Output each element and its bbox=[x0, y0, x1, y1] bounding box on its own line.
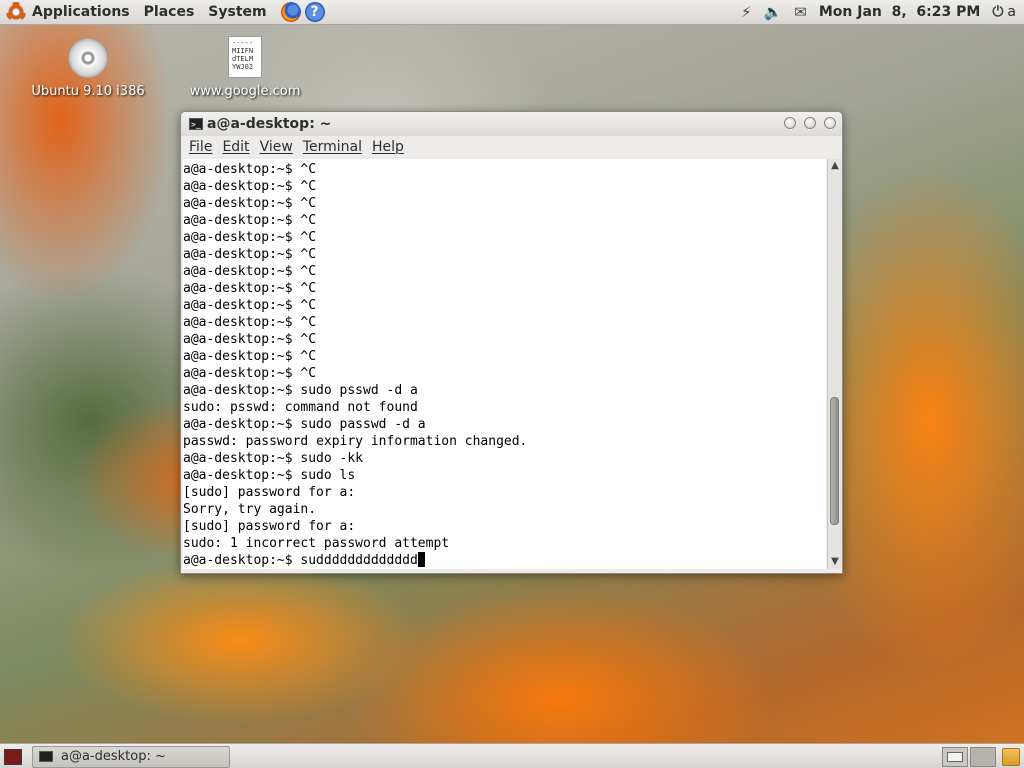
terminal-line: [sudo] password for a: bbox=[183, 485, 356, 500]
terminal-line: a@a-desktop:~$ ^C bbox=[183, 332, 317, 347]
firefox-icon[interactable] bbox=[280, 2, 301, 22]
desktop-icon-label: www.google.com bbox=[189, 84, 301, 99]
terminal-line: a@a-desktop:~$ ^C bbox=[183, 247, 317, 262]
top-panel: Applications Places System ? ⚡ 🔈 ✉ Mon J… bbox=[0, 0, 1024, 25]
scrollbar-thumb[interactable] bbox=[830, 396, 839, 525]
desktop-icon-label: Ubuntu 9.10 i386 bbox=[31, 84, 145, 99]
text-file-icon: ----- MIIFN dTELM YWJ02 bbox=[228, 36, 262, 78]
menu-edit[interactable]: Edit bbox=[222, 139, 249, 155]
terminal-line: a@a-desktop:~$ ^C bbox=[183, 349, 317, 364]
terminal-menubar: File Edit View Terminal Help bbox=[181, 136, 842, 158]
terminal-scrollbar[interactable]: ▲ ▼ bbox=[827, 159, 842, 569]
desktop-icon-google-file[interactable]: ----- MIIFN dTELM YWJ02 www.google.com bbox=[185, 36, 305, 99]
terminal-line: a@a-desktop:~$ ^C bbox=[183, 264, 317, 279]
window-title: a@a-desktop: ~ bbox=[207, 116, 332, 132]
system-menu[interactable]: System bbox=[208, 4, 266, 20]
terminal-line: passwd: password expiry information chan… bbox=[183, 434, 528, 449]
terminal-window[interactable]: >_ a@a-desktop: ~ File Edit View Termina… bbox=[180, 111, 843, 574]
workspace-1[interactable] bbox=[942, 746, 968, 767]
applications-menu[interactable]: Applications bbox=[32, 4, 130, 20]
workspace-2[interactable] bbox=[970, 746, 996, 767]
terminal-line: a@a-desktop:~$ sudo -kk bbox=[183, 451, 364, 466]
terminal-line: a@a-desktop:~$ sudo ls bbox=[183, 468, 356, 483]
terminal-line: a@a-desktop:~$ ^C bbox=[183, 366, 317, 381]
terminal-lines: a@a-desktop:~$ ^C a@a-desktop:~$ ^C a@a-de… bbox=[183, 161, 527, 569]
menu-file[interactable]: File bbox=[189, 139, 212, 155]
text-cursor bbox=[417, 552, 425, 567]
network-icon[interactable]: ⚡ bbox=[741, 3, 752, 21]
volume-icon[interactable]: 🔈 bbox=[764, 3, 783, 21]
terminal-line: a@a-desktop:~$ ^C bbox=[183, 315, 317, 330]
scroll-down-icon[interactable]: ▼ bbox=[828, 555, 842, 569]
menu-view[interactable]: View bbox=[260, 139, 293, 155]
scroll-up-icon[interactable]: ▲ bbox=[828, 159, 842, 173]
terminal-line: a@a-desktop:~$ sudo passwd -d a bbox=[183, 417, 426, 432]
terminal-line: sudo: psswd: command not found bbox=[183, 400, 418, 415]
terminal-line: sudo: 1 incorrect password attempt bbox=[183, 536, 450, 551]
terminal-line: [sudo] password for a: bbox=[183, 519, 356, 534]
show-desktop-icon[interactable] bbox=[4, 748, 22, 765]
terminal-line: a@a-desktop:~$ ^C bbox=[183, 213, 317, 228]
help-icon[interactable]: ? bbox=[304, 2, 325, 22]
terminal-line: a@a-desktop:~$ ^C bbox=[183, 230, 317, 245]
menu-help[interactable]: Help bbox=[372, 139, 404, 155]
desktop: Applications Places System ? ⚡ 🔈 ✉ Mon J… bbox=[0, 0, 1024, 768]
minimize-button[interactable] bbox=[784, 117, 796, 129]
terminal-line: a@a-desktop:~$ ^C bbox=[183, 179, 317, 194]
mail-icon[interactable]: ✉ bbox=[794, 3, 807, 21]
clock[interactable]: Mon Jan 8, 6:23 PM bbox=[819, 4, 980, 20]
user-menu[interactable]: a bbox=[1007, 4, 1016, 20]
terminal-output[interactable]: a@a-desktop:~$ ^C a@a-desktop:~$ ^C a@a-de… bbox=[183, 159, 826, 569]
cd-icon bbox=[68, 38, 108, 78]
trash-icon[interactable] bbox=[1002, 747, 1020, 766]
terminal-line: a@a-desktop:~$ ^C bbox=[183, 281, 317, 296]
places-menu[interactable]: Places bbox=[144, 4, 195, 20]
terminal-icon: >_ bbox=[189, 118, 203, 130]
terminal-line: a@a-desktop:~$ ^C bbox=[183, 196, 317, 211]
terminal-current-line[interactable]: a@a-desktop:~$ suddddddddddddd bbox=[183, 552, 527, 569]
terminal-line: a@a-desktop:~$ ^C bbox=[183, 162, 317, 177]
terminal-input-text: a@a-desktop:~$ suddddddddddddd bbox=[183, 553, 418, 568]
close-button[interactable] bbox=[824, 117, 836, 129]
desktop-icon-ubuntu-cd[interactable]: Ubuntu 9.10 i386 bbox=[28, 38, 148, 99]
terminal-line: a@a-desktop:~$ ^C bbox=[183, 298, 317, 313]
taskbar-terminal-button[interactable]: a@a-desktop: ~ bbox=[32, 745, 230, 768]
taskbar-label: a@a-desktop: ~ bbox=[61, 749, 166, 764]
power-icon[interactable]: ⏻ bbox=[992, 4, 1003, 20]
terminal-icon bbox=[39, 751, 53, 762]
maximize-button[interactable] bbox=[804, 117, 816, 129]
window-titlebar[interactable]: >_ a@a-desktop: ~ bbox=[181, 112, 842, 136]
menu-terminal[interactable]: Terminal bbox=[303, 139, 362, 155]
terminal-line: a@a-desktop:~$ sudo psswd -d a bbox=[183, 383, 418, 398]
terminal-line: Sorry, try again. bbox=[183, 502, 317, 517]
ubuntu-logo-icon[interactable] bbox=[6, 2, 26, 22]
bottom-panel: a@a-desktop: ~ bbox=[0, 743, 1024, 768]
window-controls bbox=[776, 117, 836, 129]
